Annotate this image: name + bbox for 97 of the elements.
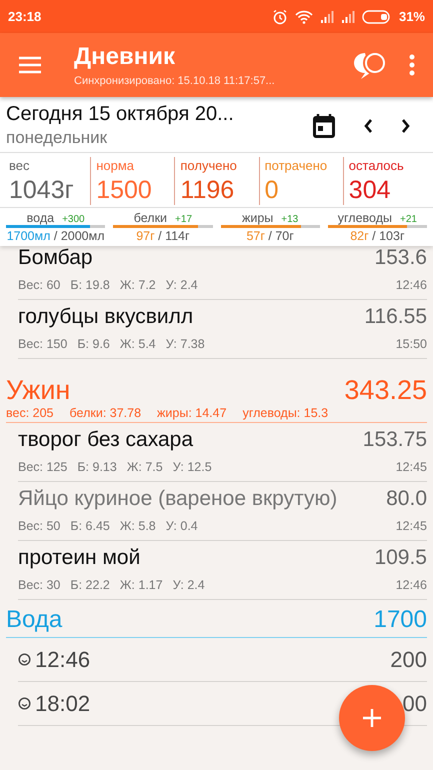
macro-label: вода	[26, 211, 54, 225]
stat-value: 0	[264, 176, 280, 205]
alarm-icon	[272, 8, 288, 24]
nutrient-value: У: 2.4	[166, 278, 198, 292]
food-calories: 116.55	[364, 305, 427, 329]
nutrient-value: Б: 6.45	[70, 519, 110, 533]
nutrient-value: У: 0.4	[166, 519, 198, 533]
food-entry[interactable]: протеин мой 109.5 Вес: 30 Б: 22.2 Ж: 1.17 У: 2.4 12:46	[18, 541, 427, 600]
food-calories: 109.5	[374, 546, 427, 570]
food-entry[interactable]: Бомбар 153.6 Вес: 60 Б: 19.8 Ж: 7.2 У: 2.4 12:46	[18, 246, 427, 300]
macro-delta: +21	[400, 214, 417, 225]
meal-nutrient: жиры: 14.47	[157, 406, 227, 420]
macro-current: 57г	[246, 229, 265, 243]
add-button[interactable]	[339, 685, 405, 751]
chevron-right-icon	[401, 118, 411, 134]
meal-nutrient: углеводы: 15.3	[242, 406, 328, 420]
macro-label: жиры	[242, 211, 274, 225]
macro-target: / 2000мл	[52, 229, 105, 243]
nutrient-value: Б: 9.13	[77, 460, 117, 474]
water-time: 18:02	[35, 690, 90, 716]
nutrient-value: Вес: 50	[18, 519, 60, 533]
macro-label: белки	[134, 211, 168, 225]
stat-label: потрачено	[264, 158, 328, 173]
food-entry[interactable]: Яйцо куриное (вареное вкрутую) 80.0 Вес: 50 Б: 6.45 Ж: 5.8 У: 0.4 12:45	[18, 482, 427, 541]
nutrient-value: Вес: 125	[18, 460, 68, 474]
nutrient-value: Вес: 30	[18, 578, 60, 592]
food-name: протеин мой	[18, 546, 140, 570]
food-calories: 153.6	[374, 246, 427, 270]
signal-icon	[320, 10, 334, 22]
nutrient-value: Ж: 1.17	[120, 578, 163, 592]
plus-icon	[362, 708, 382, 728]
food-time: 12:46	[396, 278, 427, 292]
macro-delta: +17	[175, 214, 192, 225]
date-title: Сегодня 15 октября 20...	[6, 103, 235, 126]
stat-value: 1196	[180, 176, 236, 205]
nutrient-value: У: 2.4	[172, 578, 205, 592]
nutrient-value: Б: 9.6	[77, 337, 110, 351]
meal-name: Ужин	[6, 375, 70, 406]
stat-label: получено	[180, 158, 238, 173]
food-time: 15:50	[396, 337, 427, 351]
battery-percent: 31%	[398, 9, 425, 24]
food-name: творог без сахара	[18, 428, 194, 452]
screen-title: Дневник	[74, 43, 176, 71]
meal-nutrient: белки: 37.78	[70, 406, 142, 420]
meal-calories: 343.25	[344, 375, 427, 406]
water-title: Вода	[6, 606, 62, 634]
stat-value: 304	[348, 176, 392, 205]
nutrient-value: Ж: 7.2	[120, 278, 156, 292]
food-name: Бомбар	[18, 246, 93, 270]
stat-value: 1500	[96, 176, 153, 205]
macro-target: / 114г	[157, 229, 190, 243]
nutrient-value: Ж: 5.4	[120, 337, 156, 351]
nutrient-value: Вес: 60	[18, 278, 60, 292]
stat-label: осталось	[348, 158, 405, 173]
signal-icon	[340, 10, 355, 22]
macro-current: 82г	[350, 229, 369, 243]
food-time: 12:46	[396, 578, 427, 592]
nutrient-value: Б: 22.2	[70, 578, 110, 592]
weekday: понедельник	[6, 128, 108, 148]
food-calories: 80.0	[386, 487, 427, 511]
macro-current: 1700мл	[6, 229, 50, 243]
macro-current: 97г	[136, 229, 155, 243]
macro-label: углеводы	[338, 211, 392, 225]
macro-delta: +13	[281, 214, 298, 225]
status-time: 23:18	[8, 9, 42, 24]
food-entry[interactable]: голубцы вкусвилл 116.55 Вес: 150 Б: 9.6 Ж: 5.4 У: 7.38 15:50	[18, 300, 427, 359]
nutrient-value: Ж: 7.5	[126, 460, 163, 474]
stat-label: вес	[9, 158, 30, 173]
water-total: 1700	[374, 606, 427, 634]
food-name: голубцы вкусвилл	[18, 305, 194, 329]
nutrient-value: У: 7.38	[166, 337, 205, 351]
more-icon	[409, 54, 415, 76]
chevron-left-icon	[363, 118, 373, 134]
water-amount: 200	[390, 646, 427, 672]
macro-target: / 103г	[371, 229, 405, 243]
water-time: 12:46	[35, 646, 90, 672]
nutrient-value: Б: 19.8	[70, 278, 110, 292]
stat-value: 1043г	[9, 176, 75, 205]
macro-target: / 70г	[267, 229, 294, 243]
meal-nutrient: вес: 205	[6, 406, 54, 420]
water-amount: 00	[402, 690, 427, 716]
food-time: 12:45	[396, 460, 427, 474]
food-calories: 153.75	[362, 428, 427, 452]
nutrient-value: Ж: 5.8	[120, 519, 156, 533]
menu-icon	[18, 56, 42, 74]
stat-label: норма	[96, 158, 135, 173]
nutrient-value: У: 12.5	[172, 460, 212, 474]
macro-delta: +300	[62, 214, 85, 225]
nutrient-value: Вес: 150	[18, 337, 68, 351]
battery-icon	[362, 10, 392, 24]
food-name: Яйцо куриное (вареное вкрутую)	[18, 487, 338, 511]
water-entry[interactable]: 12:46 200	[18, 638, 427, 682]
food-entry[interactable]: творог без сахара 153.75 Вес: 125 Б: 9.13 Ж: 7.5 У: 12.5 12:45	[18, 423, 427, 482]
wifi-icon	[294, 10, 313, 24]
sync-status: Синхронизировано: 15.10.18 11:17:57...	[74, 75, 276, 87]
calendar-icon	[313, 114, 335, 138]
food-time: 12:45	[396, 519, 427, 533]
